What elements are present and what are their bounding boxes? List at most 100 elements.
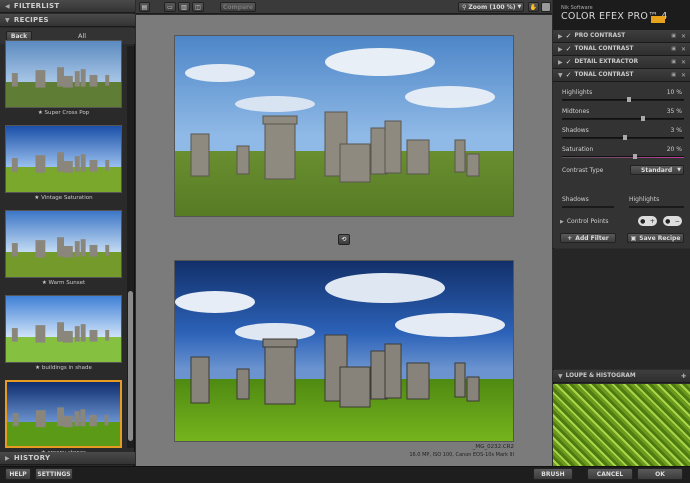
filter-options-icon[interactable]: ▣	[671, 33, 676, 39]
image-filename: _MG_0232.CR2	[472, 444, 514, 450]
check-icon[interactable]: ✓	[566, 58, 572, 66]
recipe-thumbnail[interactable]	[5, 125, 122, 193]
recipes-header[interactable]: ▼ RECIPES	[0, 14, 135, 27]
chevron-right-icon[interactable]: ▶	[558, 46, 563, 53]
filter-options-icon[interactable]: ▣	[671, 46, 676, 52]
swap-view-button[interactable]: ⟲	[338, 234, 350, 245]
filter-row[interactable]: ▶ ✓ PRO CONTRAST ▣ ✕	[553, 30, 690, 43]
chevron-right-icon[interactable]: ▶	[558, 59, 563, 66]
history-label: HISTORY	[13, 454, 51, 462]
thumbnail-stones	[11, 152, 110, 173]
stones-illustration	[190, 334, 480, 408]
filter-row[interactable]: ▶ ✓ DETAIL EXTRACTOR ▣ ✕	[553, 56, 690, 69]
background-color-button[interactable]	[541, 2, 551, 12]
slider-track[interactable]	[562, 154, 684, 159]
help-button[interactable]: HELP	[5, 468, 31, 480]
close-icon[interactable]: ✕	[681, 46, 686, 53]
scrollbar-thumb[interactable]	[128, 291, 133, 441]
point-icon: ●	[665, 217, 671, 225]
chevron-right-icon: ▶	[560, 218, 564, 225]
chevron-left-icon: ◀	[5, 2, 10, 10]
slider-handle[interactable]	[632, 154, 637, 159]
thumbnail-stones	[11, 67, 110, 88]
loupe-preview	[553, 384, 690, 466]
thumbnail-stones	[11, 237, 110, 258]
toggle-panel-button[interactable]: ▤	[139, 2, 150, 12]
plus-icon: +	[649, 217, 655, 225]
slider-track[interactable]	[562, 116, 684, 121]
filter-options-icon[interactable]: ▣	[671, 72, 676, 78]
save-recipe-button[interactable]: ▣ Save Recipe	[627, 233, 684, 243]
slider-value[interactable]: 3 %	[671, 127, 682, 134]
close-icon[interactable]: ✕	[681, 59, 686, 66]
contrast-type-value: Standard	[641, 166, 673, 174]
loupe-label: LOUPE & HISTOGRAM	[565, 373, 636, 379]
slider-number: 20	[666, 146, 675, 153]
slider-track[interactable]	[562, 97, 684, 102]
slider-value[interactable]: 35 %	[667, 108, 682, 115]
contrast-type-select[interactable]: Standard ▼	[630, 165, 684, 175]
settings-button[interactable]: SETTINGS	[35, 468, 73, 480]
check-icon[interactable]: ✓	[566, 45, 572, 53]
slider-handle[interactable]	[641, 116, 646, 121]
add-control-point-button[interactable]: ● +	[638, 216, 657, 226]
filter-row[interactable]: ▼ ✓ TONAL CONTRAST ▣ ✕	[553, 69, 690, 82]
chevron-right-icon[interactable]: ▶	[558, 33, 563, 40]
cancel-button[interactable]: CANCEL	[587, 468, 633, 480]
pin-icon[interactable]: ✚	[681, 373, 686, 380]
image-metadata: 16.0 MP, ISO 100, Canon EOS-10s Mark III	[409, 452, 514, 458]
highlights-slider[interactable]	[629, 206, 684, 208]
loupe-header[interactable]: ▼ LOUPE & HISTOGRAM ✚	[553, 370, 690, 383]
recipe-thumbnail[interactable]	[5, 295, 122, 363]
filter-row[interactable]: ▶ ✓ TONAL CONTRAST ▣ ✕	[553, 43, 690, 56]
recipe-label: ★ Super Cross Pop	[37, 110, 90, 116]
recipe-thumbnail[interactable]	[5, 380, 122, 448]
chevron-down-icon: ▼	[517, 4, 522, 10]
filter-options-icon[interactable]: ▣	[671, 59, 676, 65]
slider-handle[interactable]	[623, 135, 628, 140]
ok-button[interactable]: OK	[637, 468, 683, 480]
close-icon[interactable]: ✕	[681, 33, 686, 40]
save-recipe-label: Save Recipe	[639, 234, 681, 242]
chevron-down-icon: ▼	[677, 167, 681, 173]
chevron-down-icon[interactable]: ▼	[558, 72, 563, 79]
add-filter-button[interactable]: + Add Filter	[560, 233, 616, 243]
hand-tool-button[interactable]: ✋	[528, 2, 539, 12]
before-image[interactable]	[174, 35, 514, 217]
chevron-down-icon: ▼	[558, 372, 563, 380]
recipe-thumbnail[interactable]	[5, 210, 122, 278]
filter-label: TONAL CONTRAST	[574, 72, 634, 78]
recipe-label: ★ Warm Sunset	[41, 280, 86, 286]
slider-unit: %	[676, 146, 682, 153]
all-label[interactable]: All	[78, 32, 86, 40]
thumbnail-stones	[12, 407, 109, 428]
filter-label: DETAIL EXTRACTOR	[574, 59, 639, 65]
shadows-slider[interactable]	[562, 206, 614, 208]
slider-track[interactable]	[562, 135, 684, 140]
recipe-scrollbar[interactable]	[127, 46, 134, 448]
control-points-label: Control Points	[566, 218, 609, 225]
slider-handle[interactable]	[626, 97, 631, 102]
slider-number: 3	[670, 127, 675, 134]
close-icon[interactable]: ✕	[681, 72, 686, 79]
zoom-select[interactable]: ⚲ Zoom (100 %) ▼	[458, 2, 524, 12]
check-icon[interactable]: ✓	[566, 32, 572, 40]
filterlist-header[interactable]: ◀ FILTERLIST	[0, 0, 135, 13]
side-by-side-button[interactable]: ◫	[192, 2, 204, 12]
filter-label: PRO CONTRAST	[574, 33, 626, 39]
compare-button[interactable]: Compare	[220, 2, 256, 12]
split-view-button[interactable]: ▥	[178, 2, 190, 12]
recipe-thumbnail[interactable]	[5, 40, 122, 108]
split-view-icon: ▥	[181, 3, 187, 11]
swap-icon: ⟲	[341, 236, 347, 243]
history-header[interactable]: ▶ HISTORY	[0, 452, 135, 465]
slider-number: 35	[666, 108, 675, 115]
slider-value[interactable]: 10 %	[667, 89, 682, 96]
check-icon[interactable]: ✓	[566, 71, 572, 79]
remove-control-point-button[interactable]: ● −	[663, 216, 682, 226]
panel-icon: ▤	[141, 3, 148, 11]
slider-value[interactable]: 20 %	[667, 146, 682, 153]
after-image[interactable]	[174, 260, 514, 442]
brush-button[interactable]: BRUSH	[533, 468, 573, 480]
single-view-button[interactable]: ▭	[164, 2, 176, 12]
